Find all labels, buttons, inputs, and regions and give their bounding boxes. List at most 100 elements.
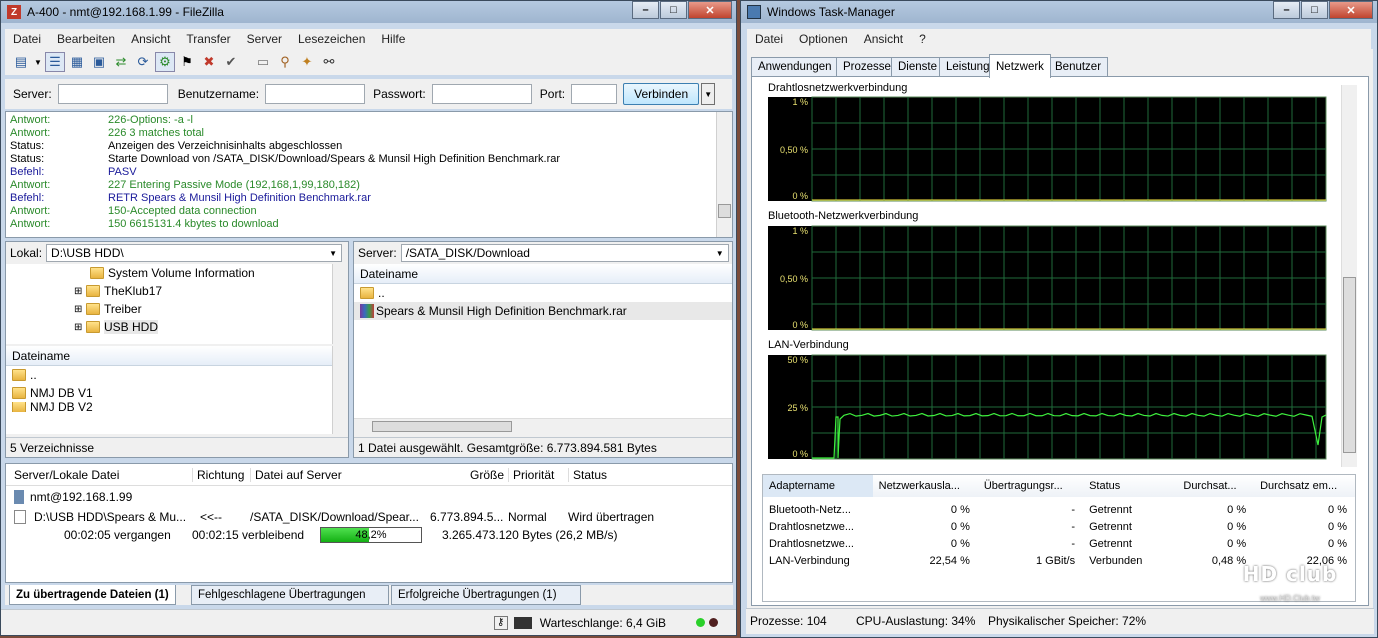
- queue-col-remote[interactable]: Datei auf Server: [250, 467, 434, 482]
- adapter-row[interactable]: Bluetooth-Netz... 0 % - Getrennt 0 % 0 %: [763, 501, 1355, 518]
- queue-server-row[interactable]: nmt@192.168.1.99: [6, 488, 732, 506]
- taskmanager-titlebar[interactable]: Windows Task-Manager – □ ✕: [741, 1, 1377, 23]
- maximize-button[interactable]: □: [1301, 1, 1328, 19]
- tree-item[interactable]: ⊞ TheKlub17: [6, 282, 348, 300]
- file-row[interactable]: ..: [6, 366, 348, 384]
- file-row[interactable]: NMJ DB V1: [6, 384, 348, 402]
- remote-hscrollbar[interactable]: [354, 418, 732, 434]
- reconnect-icon[interactable]: ✔: [221, 52, 241, 72]
- folder-icon: [90, 267, 104, 279]
- tab-successful-transfers[interactable]: Erfolgreiche Übertragungen (1): [391, 585, 581, 605]
- queue-col-size[interactable]: Größe: [434, 468, 508, 482]
- menu-transfer[interactable]: Transfer: [178, 32, 238, 46]
- taskmanager-app-icon: [747, 5, 761, 19]
- filezilla-titlebar[interactable]: Z A-400 - nmt@192.168.1.99 - FileZilla –…: [1, 1, 736, 23]
- connect-dropdown-button[interactable]: ▼: [701, 83, 716, 105]
- queue-item-priority: Normal: [508, 510, 547, 524]
- compare-directories-icon[interactable]: ✦: [297, 52, 317, 72]
- process-count: Prozesse: 104: [750, 614, 827, 628]
- message-log-toggle-icon[interactable]: ☰: [45, 52, 65, 72]
- menu-help[interactable]: ?: [911, 32, 934, 46]
- minimize-button[interactable]: –: [632, 1, 659, 19]
- expand-icon[interactable]: ⊞: [74, 286, 86, 297]
- minimize-button[interactable]: –: [1273, 1, 1300, 19]
- file-row[interactable]: ..: [354, 284, 732, 302]
- col-durchsatz-empfangen[interactable]: Durchsatz em...: [1254, 475, 1355, 497]
- remote-col-filename[interactable]: Dateiname: [360, 267, 418, 281]
- transfer-queue: Server/Lokale Datei Richtung Datei auf S…: [5, 463, 733, 583]
- disconnect-icon[interactable]: ✖: [199, 52, 219, 72]
- connect-button[interactable]: Verbinden: [623, 83, 700, 105]
- queue-toggle-icon[interactable]: ⇄: [111, 52, 131, 72]
- search-remote-icon[interactable]: ⚯: [319, 52, 339, 72]
- file-row-selected[interactable]: Spears & Munsil High Definition Benchmar…: [354, 302, 732, 320]
- menu-datei[interactable]: Datei: [747, 32, 791, 46]
- port-input[interactable]: [571, 84, 618, 104]
- remote-path-input[interactable]: /SATA_DISK/Download ▼: [400, 244, 729, 262]
- process-queue-icon[interactable]: ⚙: [155, 52, 175, 72]
- menu-hilfe[interactable]: Hilfe: [373, 32, 413, 46]
- tab-anwendungen[interactable]: Anwendungen: [751, 57, 839, 77]
- close-button[interactable]: ✕: [1329, 1, 1373, 19]
- tab-leistung[interactable]: Leistung: [939, 57, 997, 77]
- tree-item[interactable]: ⊞ USB HDD: [6, 318, 348, 336]
- tab-prozesse[interactable]: Prozesse: [836, 57, 898, 77]
- log-key: Befehl:: [10, 166, 45, 178]
- cell: Drahtlosnetzwe...: [769, 537, 854, 550]
- tab-netzwerk[interactable]: Netzwerk: [989, 54, 1051, 78]
- cancel-operation-icon[interactable]: ⚑: [177, 52, 197, 72]
- queue-col-status[interactable]: Status: [568, 467, 668, 482]
- tree-item[interactable]: ⊞ Treiber: [6, 300, 348, 318]
- col-uebertragungsrate[interactable]: Übertragungsr...: [978, 475, 1083, 497]
- expand-icon[interactable]: ⊞: [74, 304, 86, 315]
- queue-item-row[interactable]: D:\USB HDD\Spears & Mu... <<-- /SATA_DIS…: [6, 508, 732, 526]
- local-tree-toggle-icon[interactable]: ▦: [67, 52, 87, 72]
- menu-bearbeiten[interactable]: Bearbeiten: [49, 32, 123, 46]
- expand-icon[interactable]: ⊞: [74, 322, 86, 333]
- remote-tree-toggle-icon[interactable]: ▣: [89, 52, 109, 72]
- file-name: NMJ DB V1: [30, 386, 93, 400]
- menu-server[interactable]: Server: [239, 32, 290, 46]
- queue-col-local[interactable]: Server/Lokale Datei: [6, 468, 192, 482]
- menu-lesezeichen[interactable]: Lesezeichen: [290, 32, 373, 46]
- local-col-filename[interactable]: Dateiname: [12, 349, 70, 363]
- col-adaptername[interactable]: Adaptername: [763, 475, 873, 497]
- menu-optionen[interactable]: Optionen: [791, 32, 856, 46]
- close-button[interactable]: ✕: [688, 1, 732, 19]
- maximize-button[interactable]: □: [660, 1, 687, 19]
- adapter-row[interactable]: Drahtlosnetzwe... 0 % - Getrennt 0 % 0 %: [763, 518, 1355, 535]
- username-input[interactable]: [265, 84, 366, 104]
- sync-browsing-icon[interactable]: ⚲: [275, 52, 295, 72]
- server-input[interactable]: [57, 84, 168, 104]
- col-status[interactable]: Status: [1083, 475, 1177, 497]
- filezilla-window: Z A-400 - nmt@192.168.1.99 - FileZilla –…: [0, 0, 737, 636]
- password-input[interactable]: [431, 84, 532, 104]
- refresh-icon[interactable]: ⟳: [133, 52, 153, 72]
- queue-col-direction[interactable]: Richtung: [192, 467, 250, 482]
- file-row[interactable]: NMJ DB V2: [6, 402, 348, 412]
- tab-failed-transfers[interactable]: Fehlgeschlagene Übertragungen: [191, 585, 389, 605]
- transfer-progress-bar: 48,2%: [320, 527, 422, 543]
- menu-datei[interactable]: Datei: [5, 32, 49, 46]
- log-scrollbar[interactable]: [716, 112, 732, 237]
- tab-benutzer[interactable]: Benutzer: [1048, 57, 1109, 77]
- tab-queued-files[interactable]: Zu übertragende Dateien (1): [9, 585, 176, 605]
- tab-dienste[interactable]: Dienste: [891, 57, 944, 77]
- site-manager-icon[interactable]: ▤: [11, 52, 31, 72]
- dropdown-arrow-icon[interactable]: ▼: [33, 52, 43, 72]
- directory-listing-filter-icon[interactable]: ▭: [253, 52, 273, 72]
- adapter-row[interactable]: Drahtlosnetzwe... 0 % - Getrennt 0 % 0 %: [763, 535, 1355, 552]
- queue-col-priority[interactable]: Priorität: [508, 467, 568, 482]
- tree-item[interactable]: System Volume Information: [6, 264, 348, 282]
- local-tree-scrollbar[interactable]: [332, 264, 348, 344]
- log-key: Antwort:: [10, 127, 51, 139]
- menu-ansicht[interactable]: Ansicht: [856, 32, 911, 46]
- menu-ansicht[interactable]: Ansicht: [123, 32, 178, 46]
- col-durchsatz[interactable]: Durchsat...: [1177, 475, 1254, 497]
- local-path-input[interactable]: D:\USB HDD\ ▼: [46, 244, 343, 262]
- local-list-scrollbar[interactable]: [332, 346, 348, 434]
- graph-scrollbar[interactable]: [1341, 85, 1357, 467]
- col-netzwerkauslastung[interactable]: Netzwerkausla...: [873, 475, 978, 497]
- cell: Drahtlosnetzwe...: [769, 520, 854, 533]
- cell: LAN-Verbindung: [769, 554, 850, 567]
